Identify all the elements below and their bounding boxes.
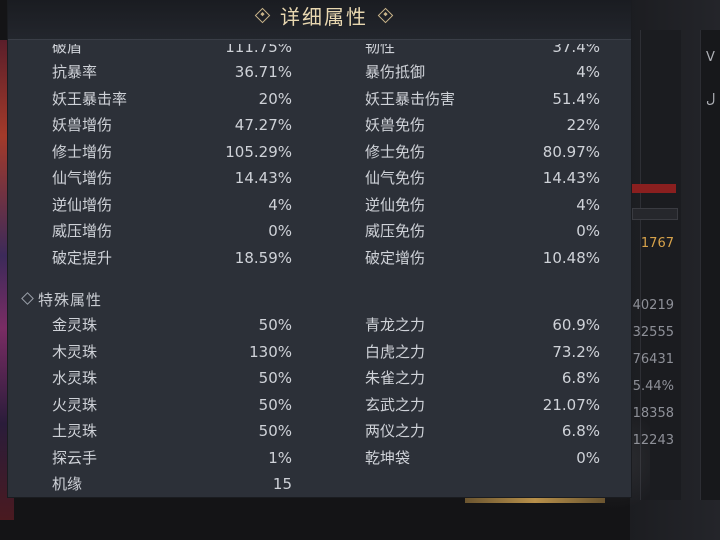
special-attr-label: 朱雀之力 <box>365 369 426 387</box>
attr-value: 20% <box>258 90 292 108</box>
background-stat-value: 40219 <box>632 298 674 313</box>
attr-label: 威压免伤 <box>365 222 426 240</box>
popup-header: 详细属性 <box>8 0 631 40</box>
special-attr-label: 火灵珠 <box>52 396 98 414</box>
attr-label: 修士免伤 <box>365 143 426 161</box>
special-attr-value: 1% <box>268 449 292 467</box>
attr-value: 111.75% <box>225 38 292 56</box>
special-attr-value: 50% <box>258 369 292 387</box>
game-scene: V ل 1767 40219 32555 76431 5.44% 18358 1… <box>0 0 720 540</box>
attr-value: 0% <box>268 222 292 240</box>
special-attr-label: 机缘 <box>52 475 83 493</box>
popup-title-group: 详细属性 <box>244 2 404 29</box>
background-stat-value: 5.44% <box>632 379 674 394</box>
attr-label: 威压增伤 <box>52 222 113 240</box>
attr-label: 破定增伤 <box>365 249 426 267</box>
attr-label: 妖王暴击率 <box>52 90 128 108</box>
special-attr-label: 两仪之力 <box>365 422 426 440</box>
attr-label: 妖兽增伤 <box>52 116 113 134</box>
special-attr-value: 50% <box>258 396 292 414</box>
attr-value: 80.97% <box>542 143 600 161</box>
special-attr-value: 50% <box>258 316 292 334</box>
attr-label: 仙气增伤 <box>52 169 113 187</box>
special-attr-value: 73.2% <box>552 343 600 361</box>
attr-label: 妖王暴击伤害 <box>365 90 456 108</box>
special-attr-value: 6.8% <box>561 369 600 387</box>
attr-value: 22% <box>566 116 600 134</box>
background-gold-strip <box>465 497 605 503</box>
background-edge-glyph: V <box>706 50 715 65</box>
special-attr-value: 0% <box>576 449 600 467</box>
special-attr-label: 木灵珠 <box>52 343 98 361</box>
title-right-diamond-icon <box>377 7 394 23</box>
special-attr-label: 探云手 <box>52 449 98 467</box>
special-attr-label: 金灵珠 <box>52 316 98 334</box>
section-diamond-icon <box>21 292 34 305</box>
header-divider <box>8 39 631 40</box>
background-edge-glyph: ل <box>706 92 716 107</box>
attr-value: 51.4% <box>552 90 600 108</box>
attr-label: 逆仙增伤 <box>52 196 113 214</box>
attr-value: 0% <box>576 222 600 240</box>
title-left-diamond-icon <box>254 7 271 23</box>
background-gold-value: 1767 <box>640 236 674 251</box>
attr-value: 18.59% <box>234 249 292 267</box>
background-stat-value: 32555 <box>632 325 674 340</box>
special-attr-value: 60.9% <box>552 316 600 334</box>
attr-label: 暴伤抵御 <box>365 63 426 81</box>
attr-label: 破盾 <box>52 38 83 56</box>
special-attr-value: 130% <box>249 343 292 361</box>
attr-value: 47.27% <box>234 116 292 134</box>
special-attr-label: 玄武之力 <box>365 396 426 414</box>
attribute-detail-popup[interactable]: 破盾 111.75% 韧性 37.4% 抗暴率 36.71% 暴伤抵御 4% 妖… <box>8 0 631 497</box>
attr-value: 105.29% <box>225 143 292 161</box>
background-stat-value: 76431 <box>632 352 674 367</box>
special-attr-label: 白虎之力 <box>365 343 426 361</box>
special-attr-label: 乾坤袋 <box>365 449 411 467</box>
attr-label: 逆仙免伤 <box>365 196 426 214</box>
attr-label: 修士增伤 <box>52 143 113 161</box>
section-title-special: 特殊属性 <box>38 291 103 309</box>
attr-label: 韧性 <box>365 38 396 56</box>
attr-value: 10.48% <box>542 249 600 267</box>
attr-label: 抗暴率 <box>52 63 98 81</box>
attr-value: 37.4% <box>552 38 600 56</box>
attr-label: 妖兽免伤 <box>365 116 426 134</box>
special-attr-value: 15 <box>272 475 292 493</box>
attr-value: 4% <box>268 196 292 214</box>
attr-value: 36.71% <box>234 63 292 81</box>
attr-label: 破定提升 <box>52 249 113 267</box>
special-attr-label: 青龙之力 <box>365 316 426 334</box>
attr-value: 4% <box>576 196 600 214</box>
special-attr-label: 土灵珠 <box>52 422 98 440</box>
attr-label: 仙气免伤 <box>365 169 426 187</box>
attr-value: 4% <box>576 63 600 81</box>
attr-value: 14.43% <box>234 169 292 187</box>
special-attr-value: 6.8% <box>561 422 600 440</box>
attr-value: 14.43% <box>542 169 600 187</box>
experience-bar <box>632 208 678 220</box>
health-bar <box>632 184 676 193</box>
special-attr-value: 50% <box>258 422 292 440</box>
popup-title: 详细属性 <box>280 4 368 29</box>
special-attr-value: 21.07% <box>542 396 600 414</box>
special-attr-label: 水灵珠 <box>52 369 98 387</box>
